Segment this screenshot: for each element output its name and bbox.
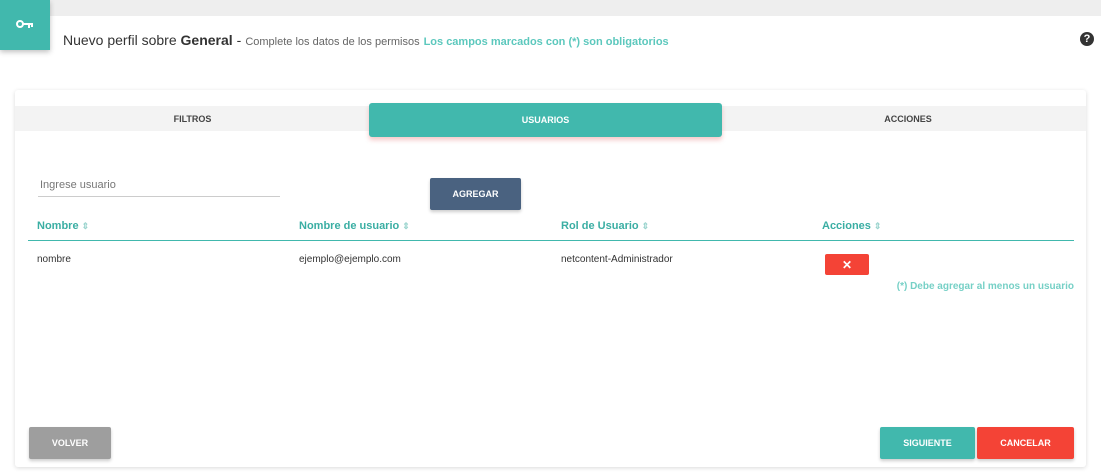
delete-user-button[interactable]: ✕ bbox=[825, 254, 869, 275]
column-header-acciones[interactable]: Acciones ⇕ bbox=[822, 220, 881, 232]
next-button[interactable]: SIGUIENTE bbox=[880, 427, 975, 459]
top-bar bbox=[0, 0, 1101, 16]
column-header-usuario[interactable]: Nombre de usuario ⇕ bbox=[299, 220, 410, 232]
cell-rol: netcontent-Administrador bbox=[561, 254, 673, 265]
cell-usuario: ejemplo@ejemplo.com bbox=[299, 254, 401, 265]
sort-icon: ⇕ bbox=[641, 221, 650, 231]
required-fields-note: Los campos marcados con (*) son obligato… bbox=[423, 36, 669, 48]
tab-usuarios[interactable]: USUARIOS bbox=[369, 103, 722, 137]
user-search-input[interactable] bbox=[38, 173, 280, 197]
sort-icon: ⇕ bbox=[402, 221, 410, 231]
sort-icon: ⇕ bbox=[81, 221, 90, 231]
table-header-divider bbox=[28, 240, 1074, 241]
cell-nombre: nombre bbox=[37, 254, 71, 265]
back-button[interactable]: VOLVER bbox=[29, 427, 111, 459]
tab-filtros[interactable]: FILTROS bbox=[15, 106, 370, 131]
key-icon bbox=[16, 16, 34, 34]
min-user-warning: (*) Debe agregar al menos un usuario bbox=[896, 281, 1074, 292]
cancel-button[interactable]: CANCELAR bbox=[977, 427, 1074, 459]
close-icon: ✕ bbox=[841, 257, 853, 272]
add-user-button[interactable]: AGREGAR bbox=[430, 178, 521, 210]
header-badge bbox=[0, 0, 50, 50]
sort-icon: ⇕ bbox=[873, 221, 882, 231]
column-header-label: Acciones bbox=[822, 220, 871, 232]
title-description: Complete los datos de los permisos bbox=[245, 36, 420, 48]
column-header-label: Rol de Usuario bbox=[561, 220, 639, 232]
column-header-nombre[interactable]: Nombre ⇕ bbox=[37, 220, 89, 232]
tab-acciones[interactable]: ACCIONES bbox=[730, 106, 1086, 131]
title-prefix: Nuevo perfil sobre bbox=[63, 32, 177, 48]
column-header-label: Nombre de usuario bbox=[299, 220, 400, 232]
title-separator: - bbox=[236, 32, 242, 48]
column-header-label: Nombre bbox=[37, 220, 79, 232]
page-title: Nuevo perfil sobre General - Complete los … bbox=[63, 32, 669, 48]
title-entity: General bbox=[180, 32, 233, 48]
column-header-rol[interactable]: Rol de Usuario ⇕ bbox=[561, 220, 649, 232]
question-circle-icon[interactable]: ? bbox=[1080, 32, 1094, 46]
profile-card: FILTROS ACCIONES USUARIOS AGREGAR Nombre… bbox=[15, 90, 1086, 467]
